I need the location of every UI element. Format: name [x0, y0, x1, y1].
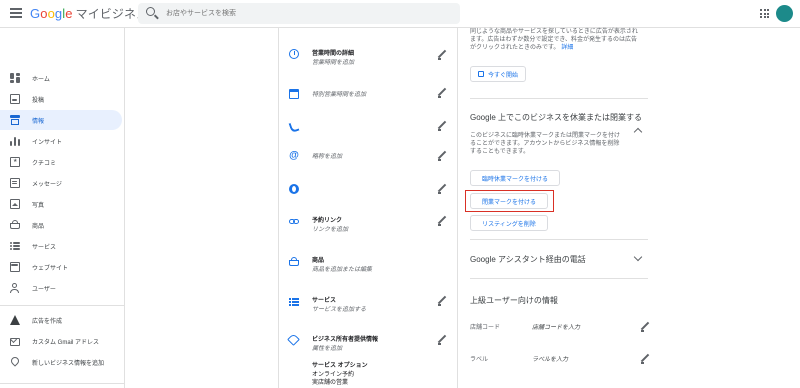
sidebar-item-add-business[interactable]: 新しいビジネス情報を追加: [0, 352, 122, 372]
section-divider: [470, 239, 648, 240]
sidebar-item-photos[interactable]: 写真: [0, 194, 122, 214]
add-user-icon: [10, 283, 20, 293]
sidebar-item-users[interactable]: ユーザー: [0, 278, 122, 298]
info-row-short-name[interactable]: @ 略称を追加: [279, 146, 457, 166]
info-row-hours-detail[interactable]: 営業時間の詳細 営業時間を追加: [279, 42, 457, 72]
globe-icon: [289, 184, 299, 194]
label-value[interactable]: ラベルを入力: [532, 354, 568, 363]
website-icon: [10, 262, 20, 272]
basket-icon: [10, 220, 20, 230]
info-row-special-hours[interactable]: 特別営業時間を追加: [279, 84, 457, 104]
top-app-bar: Google マイビジネス: [0, 0, 800, 28]
tag-icon: [287, 333, 300, 346]
edit-pencil-icon[interactable]: [437, 296, 447, 306]
sidebar-item-posts[interactable]: 投稿: [0, 89, 122, 109]
store-code-label: 店舗コード: [470, 325, 501, 331]
sidebar-divider: [0, 383, 125, 384]
edit-pencil-icon[interactable]: [640, 354, 650, 364]
info-row-products[interactable]: 商品 商品を追加または編集: [279, 250, 457, 280]
menu-icon[interactable]: [10, 8, 22, 18]
sidebar-item-messages[interactable]: メッセージ: [0, 173, 122, 193]
close-business-description: このビジネスに臨時休業マークまたは閉業マークを付け ることができます。アカウント…: [470, 133, 621, 155]
section-divider: [470, 98, 648, 99]
sidebar-item-custom-gmail[interactable]: カスタム Gmail アドレス: [0, 331, 122, 351]
chevron-down-icon[interactable]: [633, 252, 643, 262]
dashboard-icon: [10, 73, 20, 83]
list-icon: [289, 297, 299, 307]
edit-pencil-icon[interactable]: [437, 151, 447, 161]
sidebar-item-create-ad[interactable]: 広告を作成: [0, 310, 122, 330]
edit-pencil-icon[interactable]: [437, 216, 447, 226]
sidebar-item-products[interactable]: 商品: [0, 215, 122, 235]
remove-listing-button[interactable]: リスティングを削除: [470, 215, 548, 231]
info-row-website[interactable]: [279, 179, 457, 199]
mark-temporarily-closed-button[interactable]: 臨時休業マークを付ける: [470, 170, 560, 186]
mail-icon: [9, 335, 20, 346]
advanced-info-title: 上級ユーザー向けの情報: [470, 296, 558, 305]
edit-pencil-icon[interactable]: [437, 88, 447, 98]
search-icon: [146, 7, 155, 16]
section-divider: [470, 278, 648, 279]
sidebar: ホーム 投稿 情報 インサイト ★ クチコミ メッセージ 写真 商品 サービス …: [0, 28, 125, 388]
sidebar-item-website[interactable]: ウェブサイト: [0, 257, 122, 277]
edit-pencil-icon[interactable]: [437, 335, 447, 345]
post-icon: [10, 94, 20, 104]
service-options-title: サービス オプション: [312, 363, 368, 369]
services-icon: [10, 241, 20, 251]
edit-pencil-icon[interactable]: [437, 50, 447, 60]
clock-plus-icon: [289, 49, 299, 59]
sidebar-item-info[interactable]: 情報: [0, 110, 122, 130]
apps-grid-icon[interactable]: [760, 9, 769, 18]
assistant-calls-title[interactable]: Google アシスタント経由の電話: [470, 254, 586, 265]
calendar-icon: [289, 89, 299, 99]
store-code-value[interactable]: 店舗コードを入力: [532, 322, 580, 331]
app-logo[interactable]: Google マイビジネス: [30, 5, 148, 22]
basket-icon: [289, 257, 299, 267]
review-icon: ★: [10, 157, 20, 167]
store-icon: [10, 115, 20, 125]
sidebar-item-home[interactable]: ホーム: [0, 68, 122, 88]
highlight-box: [465, 190, 554, 212]
edit-pencil-icon[interactable]: [437, 121, 447, 131]
ads-icon: [10, 315, 20, 325]
start-now-button[interactable]: 今すぐ開始: [470, 66, 526, 82]
ads-description: 同じような商品やサービスを探しているときに広告が表示され ます。広告はわずか数分…: [470, 29, 638, 51]
sidebar-divider: [0, 305, 125, 306]
edit-pencil-icon[interactable]: [640, 322, 650, 332]
details-link[interactable]: 詳細: [561, 45, 573, 51]
sidebar-item-reviews[interactable]: ★ クチコミ: [0, 152, 122, 172]
label-label: ラベル: [470, 357, 489, 363]
open-external-icon: [477, 71, 484, 77]
message-icon: [10, 178, 20, 188]
search-bar[interactable]: [138, 3, 460, 24]
link-icon: [289, 217, 299, 227]
photo-icon: [10, 199, 20, 209]
phone-icon: [288, 120, 300, 134]
info-row-services[interactable]: サービス サービスを追加する: [279, 290, 457, 320]
at-sign-icon: @: [289, 150, 299, 161]
sidebar-item-insights[interactable]: インサイト: [0, 131, 122, 151]
business-info-list: 営業時間の詳細 営業時間を追加 特別営業時間を追加 @ 略称を追加 予約リンク …: [278, 28, 458, 388]
edit-pencil-icon[interactable]: [437, 184, 447, 194]
info-row-attributes[interactable]: ビジネス所有者提供情報 属性を追加 サービス オプション オンライン予約 実店舗…: [279, 330, 457, 388]
service-option-line: 実店舗の営業: [312, 380, 349, 386]
account-avatar[interactable]: [776, 5, 793, 22]
location-pin-icon: [9, 355, 21, 367]
sidebar-item-services[interactable]: サービス: [0, 236, 122, 256]
bar-chart-icon: [10, 136, 20, 146]
info-row-booking-link[interactable]: 予約リンク リンクを追加: [279, 210, 457, 240]
search-input[interactable]: [166, 6, 446, 21]
info-row-phone[interactable]: [279, 116, 457, 136]
close-business-title: Google 上でこのビジネスを休業または閉業する: [470, 113, 643, 122]
